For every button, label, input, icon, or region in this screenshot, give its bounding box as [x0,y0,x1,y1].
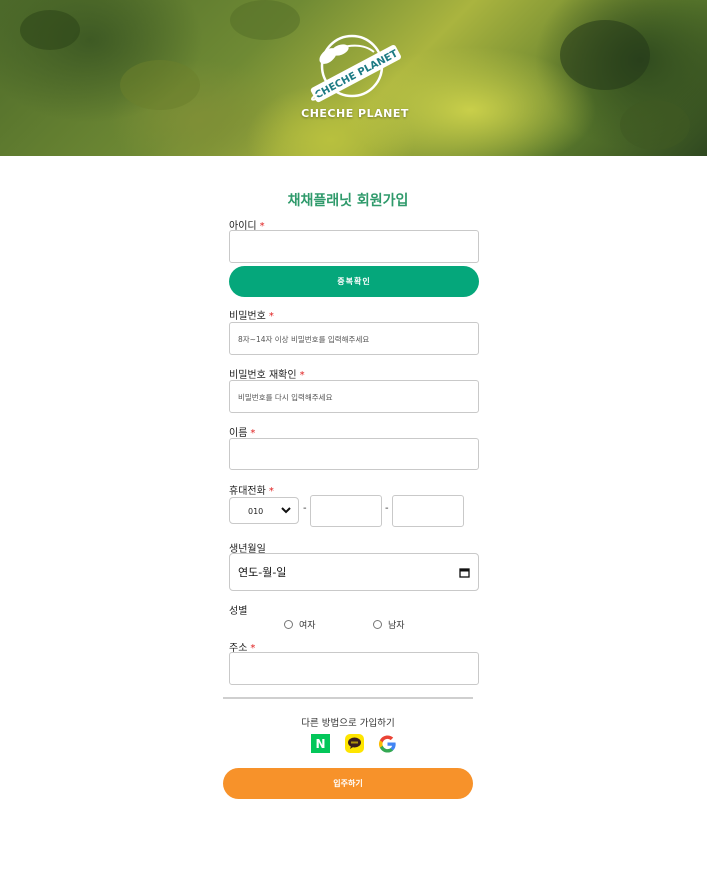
phone-separator: - [385,503,389,514]
birthdate-input[interactable]: 연도-월-일 [229,553,479,591]
password-input[interactable]: 8자~14자 이상 비밀번호를 입력해주세요 [229,322,479,355]
brand-name: CHECHE PLANET [301,107,409,120]
gender-male-label: 남자 [388,621,405,631]
naver-signup-button[interactable]: N [311,734,330,753]
gender-option-male[interactable]: 남자 [373,618,405,631]
naver-icon: N [315,736,326,751]
phone-prefix-value: 010 [248,507,264,516]
birthdate-placeholder: 연도-월-일 [238,566,287,579]
id-input[interactable] [229,230,479,263]
required-mark: * [268,486,274,497]
foliage-shape [560,20,650,90]
radio-circle[interactable] [373,620,382,629]
foliage-shape [230,0,300,40]
phone-middle-input[interactable] [310,495,382,527]
gender-label: 성별 [229,606,248,617]
alt-signup-title: 다른 방법으로 가입하기 [301,718,395,729]
password-confirm-input[interactable]: 비밀번호를 다시 입력해주세요 [229,380,479,413]
phone-label: 휴대전화 * [229,482,274,497]
gender-option-female[interactable]: 여자 [284,618,316,631]
duplicate-check-button[interactable]: 중복확인 [229,266,479,297]
google-icon [378,734,396,753]
hero-banner: CHECHE PLANET CHECHE PLANET [0,0,707,156]
phone-prefix-select[interactable]: 010 [229,497,299,524]
password-label-text: 비밀번호 [229,311,266,322]
foliage-shape [620,100,690,150]
kakao-talk-icon [345,734,364,753]
chevron-down-icon [281,507,291,514]
page-title: 채채플래닛 회원가입 [287,193,409,209]
name-input[interactable] [229,438,479,470]
phone-label-text: 휴대전화 [229,486,266,497]
required-mark: * [268,311,274,322]
password-confirm-label: 비밀번호 재확인 * [229,366,305,381]
radio-circle[interactable] [284,620,293,629]
phone-separator: - [303,503,307,514]
foliage-shape [20,10,80,50]
foliage-shape [120,60,200,110]
gender-female-label: 여자 [299,621,316,631]
password-label: 비밀번호 * [229,307,274,322]
phone-last-input[interactable] [392,495,464,527]
join-submit-button[interactable]: 입주하기 [223,768,473,799]
google-signup-button[interactable] [378,734,397,753]
address-input[interactable] [229,652,479,685]
name-label: 이름 * [229,424,255,439]
divider [223,697,473,699]
kakao-signup-button[interactable] [345,734,364,753]
calendar-icon[interactable] [459,567,470,578]
